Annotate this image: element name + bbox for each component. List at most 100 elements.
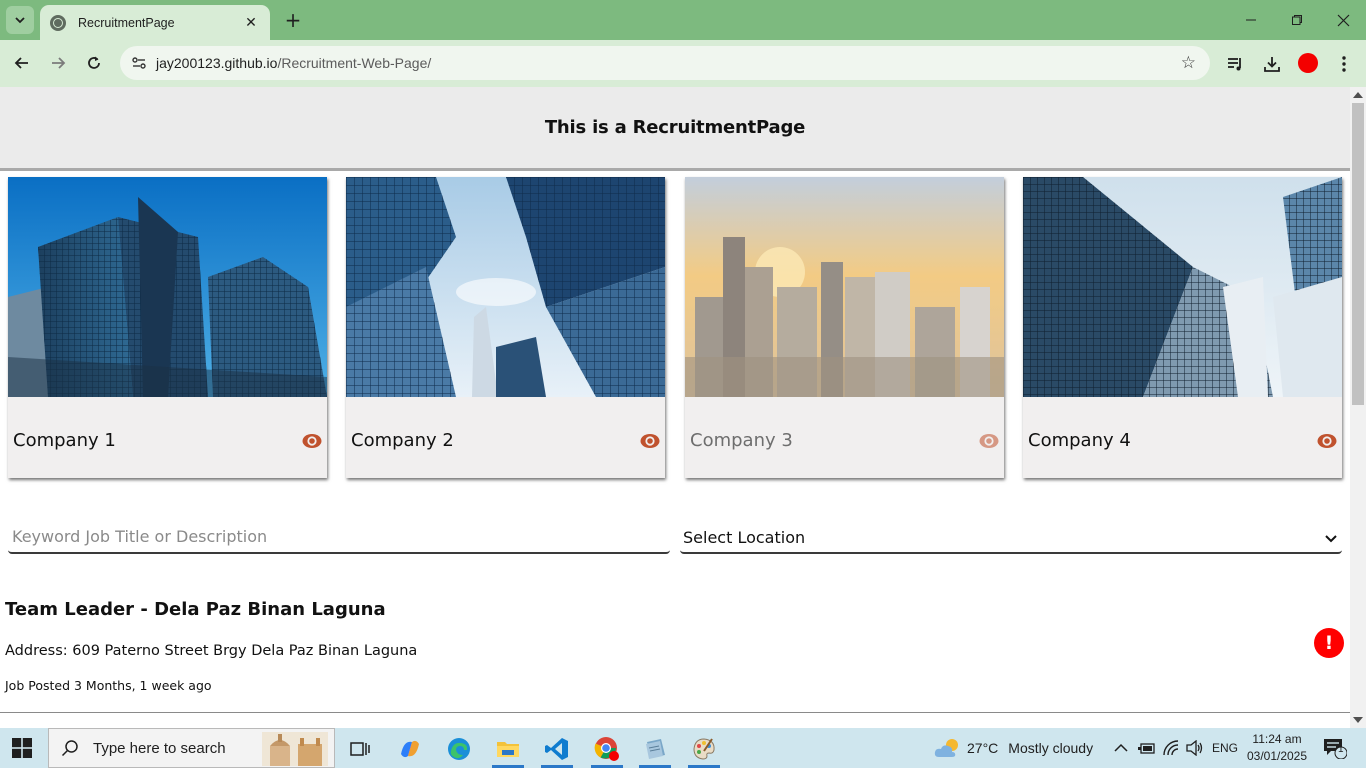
notepad-app[interactable]: [637, 732, 673, 768]
chrome-app[interactable]: [589, 732, 625, 768]
taskbar-clock[interactable]: 11:24 am 03/01/2025: [1236, 731, 1318, 765]
forward-button[interactable]: [44, 49, 72, 77]
browser-tab-bar: RecruitmentPage ✕ +: [0, 0, 1366, 40]
scroll-up-arrow-icon[interactable]: [1353, 92, 1363, 98]
notepad-icon: [646, 739, 665, 759]
vscode-icon: [545, 738, 568, 760]
paint-palette-icon: [693, 738, 715, 760]
page-scrollbar[interactable]: [1350, 87, 1366, 728]
company-card[interactable]: Company 4: [1023, 177, 1342, 478]
edge-app[interactable]: [441, 732, 477, 766]
browser-toolbar: jay200123.github.io/Recruitment-Web-Page…: [0, 40, 1366, 87]
close-window-button[interactable]: [1320, 0, 1366, 40]
tab-close-icon[interactable]: ✕: [242, 15, 260, 31]
weather-widget[interactable]: 27°C Mostly cloudy: [934, 728, 1093, 768]
address-bar[interactable]: jay200123.github.io/Recruitment-Web-Page…: [120, 46, 1210, 80]
view-eye-icon[interactable]: [1317, 431, 1337, 451]
windows-start-icon[interactable]: [12, 738, 32, 758]
tab-title: RecruitmentPage: [78, 15, 175, 30]
reload-icon: [88, 56, 100, 69]
input-language[interactable]: ENG: [1212, 728, 1238, 768]
scroll-down-arrow-icon[interactable]: [1353, 717, 1363, 723]
notification-center-button[interactable]: 1: [1323, 728, 1347, 768]
battery-icon: [1138, 743, 1155, 754]
playlist-icon: [1228, 58, 1241, 71]
company-name: Company 4: [1028, 430, 1131, 451]
view-eye-icon[interactable]: [302, 431, 322, 451]
new-tab-button[interactable]: +: [282, 8, 304, 32]
company-building-image: [1023, 177, 1342, 397]
company-building-image: [8, 177, 327, 397]
reload-button[interactable]: [80, 49, 108, 77]
wifi-icon: [1163, 740, 1179, 756]
restore-icon: [1292, 15, 1302, 25]
job-title: Team Leader - Dela Paz Binan Laguna: [5, 599, 386, 620]
location-select-value: Select Location: [683, 528, 806, 547]
partly-cloudy-icon: [934, 739, 958, 757]
speaker-icon: [1186, 740, 1203, 756]
battery-status[interactable]: [1138, 728, 1156, 768]
url-text: jay200123.github.io/Recruitment-Web-Page…: [156, 55, 431, 71]
url-host: jay200123.github.io: [156, 55, 278, 71]
company-card[interactable]: Company 2: [346, 177, 665, 478]
search-icon: [61, 740, 78, 757]
copilot-app[interactable]: [392, 732, 428, 766]
downloads-button[interactable]: [1260, 52, 1284, 76]
minimize-button[interactable]: [1228, 0, 1274, 40]
company-building-image: [346, 177, 665, 397]
company-name: Company 1: [13, 430, 116, 451]
file-explorer-app[interactable]: [490, 732, 526, 768]
notification-count: 1: [1338, 744, 1344, 755]
taskbar-search-box[interactable]: Type here to search: [48, 728, 335, 768]
vscode-app[interactable]: [539, 732, 575, 768]
job-listing[interactable]: Team Leader - Dela Paz Binan Laguna Addr…: [0, 592, 1350, 713]
profile-avatar[interactable]: [1298, 53, 1318, 73]
tab-search-button[interactable]: [6, 6, 34, 34]
task-view-button[interactable]: [342, 732, 378, 766]
globe-icon: [50, 14, 66, 31]
media-control-button[interactable]: [1224, 52, 1248, 76]
paint-app[interactable]: [686, 732, 722, 768]
site-info-icon[interactable]: [122, 55, 156, 71]
scrollbar-thumb[interactable]: [1352, 103, 1364, 405]
url-path: /Recruitment-Web-Page/: [277, 55, 432, 71]
network-status[interactable]: [1163, 728, 1181, 768]
keyword-search-input[interactable]: [8, 521, 670, 554]
task-view-icon: [350, 742, 370, 756]
weather-description: Mostly cloudy: [1008, 740, 1094, 756]
copilot-icon: [401, 740, 419, 758]
windows-taskbar: Type here to search 27°C Mostly cloudy E…: [0, 728, 1366, 768]
view-eye-icon[interactable]: [640, 431, 660, 451]
page-header: This is a RecruitmentPage: [0, 87, 1350, 171]
company-name: Company 2: [351, 430, 454, 451]
company-card[interactable]: Company 3: [685, 177, 1004, 478]
web-page: This is a RecruitmentPage Company 1 Comp…: [0, 87, 1350, 728]
job-address: Address: 609 Paterno Street Brgy Dela Pa…: [5, 643, 418, 659]
restore-button[interactable]: [1274, 0, 1320, 40]
browser-menu-button[interactable]: [1332, 52, 1356, 76]
volume-control[interactable]: [1186, 728, 1204, 768]
clock-time: 11:24 am: [1252, 732, 1302, 746]
language-code: ENG: [1212, 741, 1239, 755]
company-building-image: [685, 177, 1004, 397]
show-hidden-icons-button[interactable]: [1114, 728, 1128, 768]
back-button[interactable]: [8, 49, 36, 77]
company-name: Company 3: [690, 430, 793, 451]
chrome-icon: [594, 737, 619, 761]
chevron-down-icon: [1325, 534, 1337, 542]
arrow-left-icon: [14, 57, 28, 69]
company-card[interactable]: Company 1: [8, 177, 327, 478]
view-eye-icon[interactable]: [979, 431, 999, 451]
weather-temperature: 27°C: [967, 740, 999, 756]
taskbar-search-placeholder: Type here to search: [93, 739, 226, 757]
search-highlight-illustration-icon: [262, 732, 328, 766]
clock-date: 03/01/2025: [1246, 749, 1308, 763]
browser-tab[interactable]: RecruitmentPage ✕: [40, 5, 270, 40]
job-posted-date: Job Posted 3 Months, 1 week ago: [5, 678, 212, 693]
page-title: This is a RecruitmentPage: [544, 117, 806, 138]
location-select[interactable]: Select Location: [680, 523, 1342, 554]
minimize-icon: [1246, 19, 1256, 21]
chevron-down-icon: [15, 17, 25, 24]
alert-icon[interactable]: !: [1314, 628, 1344, 658]
bookmark-star-icon[interactable]: ☆: [1181, 53, 1196, 73]
